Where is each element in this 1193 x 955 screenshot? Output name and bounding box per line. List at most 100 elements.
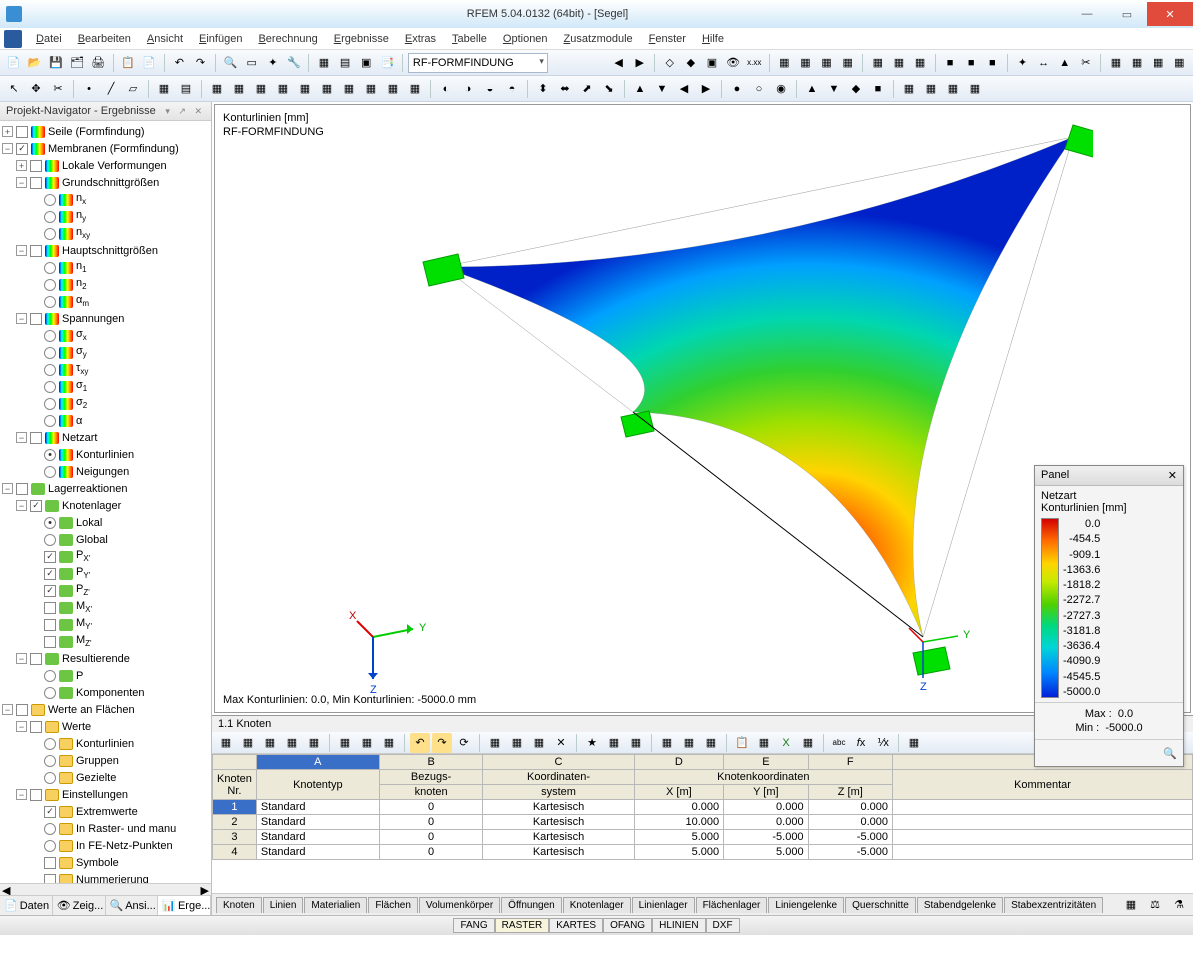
t5-icon[interactable]: ▦ — [295, 79, 315, 99]
tree-item[interactable]: −Membranen (Formfindung) — [2, 140, 211, 157]
close-button[interactable]: ✕ — [1147, 2, 1193, 26]
tree-checkbox[interactable] — [44, 296, 56, 308]
tree-item[interactable]: τxy — [30, 361, 211, 378]
expand-icon[interactable]: − — [16, 245, 27, 256]
tree-checkbox[interactable] — [44, 619, 56, 631]
tree-checkbox[interactable] — [44, 194, 56, 206]
tree-item[interactable]: n2 — [30, 276, 211, 293]
tree-checkbox[interactable] — [30, 789, 42, 801]
tree-item[interactable]: n1 — [30, 259, 211, 276]
tree-item[interactable]: −Hauptschnittgrößen — [16, 242, 211, 259]
expand-icon[interactable]: − — [2, 704, 13, 715]
tree-checkbox[interactable] — [30, 245, 42, 257]
fx-icon[interactable]: fx — [851, 733, 871, 753]
tree-item[interactable]: −Knotenlager — [16, 497, 211, 514]
tt15-icon[interactable]: ✕ — [551, 733, 571, 753]
expand-icon[interactable]: − — [2, 143, 13, 154]
tree-item[interactable]: ny — [30, 208, 211, 225]
surf-icon[interactable]: ▱ — [123, 79, 143, 99]
status-item[interactable]: DXF — [706, 918, 740, 933]
tree-checkbox[interactable] — [44, 738, 56, 750]
cell[interactable]: Kartesisch — [483, 800, 634, 815]
tree-checkbox[interactable] — [44, 262, 56, 274]
tree-checkbox[interactable] — [30, 177, 42, 189]
cut2-icon[interactable]: ✂ — [48, 79, 68, 99]
tree-checkbox[interactable] — [16, 704, 28, 716]
balance-icon[interactable]: ⚖ — [1145, 895, 1165, 915]
tt19-icon[interactable]: ▦ — [657, 733, 677, 753]
tree-checkbox[interactable] — [44, 568, 56, 580]
tree-item[interactable]: +Seile (Formfindung) — [2, 123, 211, 140]
cell[interactable]: -5.000 — [724, 830, 808, 845]
flask-icon[interactable]: ⚗ — [1169, 895, 1189, 915]
maximize-button[interactable]: ▭ — [1107, 2, 1147, 26]
tt6-icon[interactable]: ▦ — [335, 733, 355, 753]
row-header[interactable]: 4 — [213, 845, 257, 860]
cell[interactable]: 0.000 — [808, 800, 892, 815]
l3-icon[interactable]: ⬈ — [577, 79, 597, 99]
v1-icon[interactable]: ▦ — [1106, 53, 1125, 73]
tree-item[interactable]: σy — [30, 344, 211, 361]
line-icon[interactable]: ╱ — [101, 79, 121, 99]
viewport-3d[interactable]: Konturlinien [mm] RF-FORMFINDUNG — [214, 104, 1191, 713]
expand-icon[interactable]: − — [16, 789, 27, 800]
t9-icon[interactable]: ▦ — [383, 79, 403, 99]
tree-item[interactable]: Konturlinien — [30, 735, 211, 752]
m4-icon[interactable]: ▦ — [838, 53, 857, 73]
pointer-icon[interactable]: ↖ — [4, 79, 24, 99]
h1-icon[interactable]: ▦ — [899, 79, 919, 99]
cell[interactable]: -5.000 — [808, 830, 892, 845]
tree-item[interactable]: −Lagerreaktionen — [2, 480, 211, 497]
tree-item[interactable]: PZ' — [30, 582, 211, 599]
cell[interactable]: 5.000 — [634, 845, 724, 860]
tree-item[interactable]: −Netzart — [16, 429, 211, 446]
tree-item[interactable]: σ2 — [30, 395, 211, 412]
t3-icon[interactable]: ▦ — [251, 79, 271, 99]
col-header[interactable]: D — [634, 755, 724, 770]
prev-icon[interactable]: ◀ — [609, 53, 628, 73]
nav-tab[interactable]: 👁Zeig... — [53, 896, 106, 915]
expand-icon[interactable]: − — [2, 483, 13, 494]
tree-checkbox[interactable] — [30, 160, 42, 172]
cell[interactable]: 0.000 — [724, 815, 808, 830]
f3-icon[interactable]: ◆ — [846, 79, 866, 99]
table-tab[interactable]: Linienlager — [632, 897, 695, 913]
search-icon[interactable]: 🔍 — [221, 53, 240, 73]
t4-icon[interactable]: ▦ — [273, 79, 293, 99]
cell[interactable]: 0 — [379, 815, 483, 830]
tree-item[interactable]: −Werte — [16, 718, 211, 735]
tool-icon[interactable]: 🔧 — [284, 53, 303, 73]
tree-item[interactable]: Neigungen — [30, 463, 211, 480]
tt28-icon[interactable]: ⅟x — [873, 733, 893, 753]
table-tab[interactable]: Linien — [263, 897, 304, 913]
table-icon[interactable]: ▤ — [336, 53, 355, 73]
t7-icon[interactable]: ▦ — [339, 79, 359, 99]
v3-icon[interactable]: ▦ — [1149, 53, 1168, 73]
tt4-icon[interactable]: ▦ — [282, 733, 302, 753]
f2-icon[interactable]: ▼ — [824, 79, 844, 99]
tree-checkbox[interactable] — [44, 364, 56, 376]
tt1-icon[interactable]: ▦ — [216, 733, 236, 753]
e1-icon[interactable]: ● — [727, 79, 747, 99]
tree-checkbox[interactable] — [44, 772, 56, 784]
minimize-button[interactable]: — — [1067, 2, 1107, 26]
tree-checkbox[interactable] — [44, 687, 56, 699]
c2-icon[interactable]: ■ — [962, 53, 981, 73]
tree-checkbox[interactable] — [44, 823, 56, 835]
table-tab[interactable]: Volumenkörper — [419, 897, 500, 913]
r2-icon[interactable]: ◆ — [681, 53, 700, 73]
tree-item[interactable]: Symbole — [30, 854, 211, 871]
tt20-icon[interactable]: ▦ — [679, 733, 699, 753]
tree-item[interactable]: −Resultierende — [16, 650, 211, 667]
status-item[interactable]: KARTES — [549, 918, 603, 933]
cell[interactable]: 0.000 — [724, 800, 808, 815]
select-icon[interactable]: ▭ — [242, 53, 261, 73]
table-tab[interactable]: Flächen — [368, 897, 418, 913]
table-tab[interactable]: Liniengelenke — [768, 897, 844, 913]
cell[interactable]: Standard — [256, 845, 379, 860]
m3-icon[interactable]: ▦ — [817, 53, 836, 73]
table-tab[interactable]: Knotenlager — [563, 897, 631, 913]
f4-icon[interactable]: ■ — [868, 79, 888, 99]
tree-checkbox[interactable] — [44, 755, 56, 767]
data-grid[interactable]: ABCDEFGKnotenNr.KnotentypBezugs-Koordina… — [212, 754, 1193, 860]
